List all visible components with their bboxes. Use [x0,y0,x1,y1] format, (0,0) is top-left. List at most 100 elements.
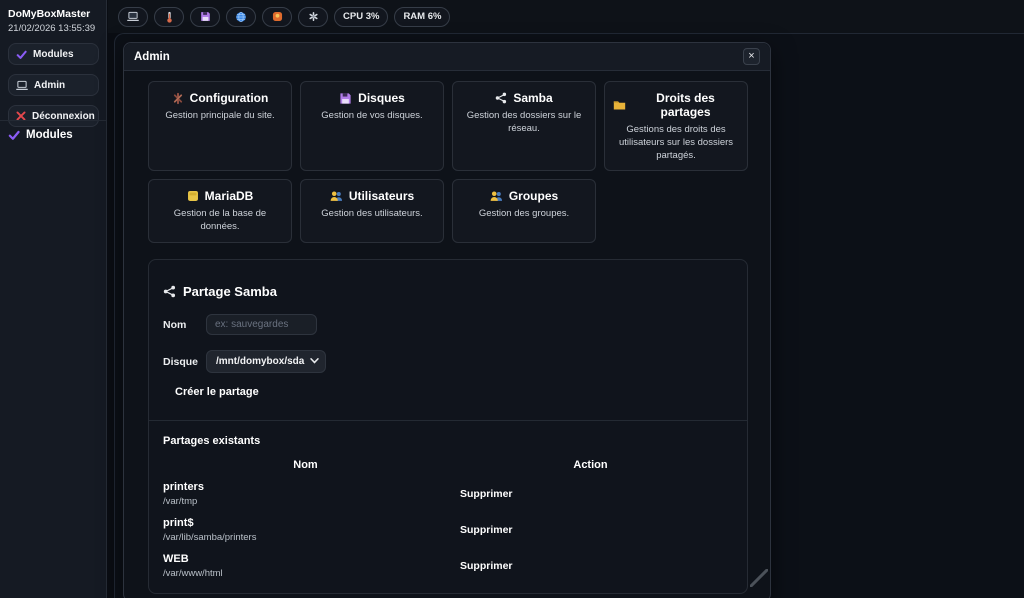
taskbar-computer-button[interactable] [118,7,148,27]
share-name-cell: printers /var/tmp [163,481,448,507]
desktop-root: DoMyBoxMaster 21/02/2026 13:55:39 Module… [0,0,1024,598]
create-share-button[interactable]: Créer le partage [175,386,259,398]
panel-divider [149,420,747,421]
module-card-desc: Gestion de la base de données. [157,208,283,234]
column-header-nom: Nom [163,459,448,471]
name-label: Nom [163,319,206,331]
disk-label: Disque [163,356,206,368]
computer-icon [127,11,139,22]
share-name-input[interactable] [206,314,317,335]
sidebar-section-modules: Modules [8,129,73,141]
module-card-utilisateurs[interactable]: Utilisateurs Gestion des utilisateurs. [300,179,444,243]
window-titlebar[interactable]: Admin × [124,43,770,71]
module-card-droits-partages[interactable]: Droits des partages Gestions des droits … [604,81,748,171]
disk-select[interactable]: /mnt/domybox/sda1 [206,350,326,373]
taskbar-thermometer-button[interactable] [154,7,184,27]
module-card-title: Disques [358,91,405,105]
module-card-title: MariaDB [205,189,254,203]
share-action-cell: Supprimer [448,481,733,507]
module-card-desc: Gestion des utilisateurs. [309,208,435,221]
share-name-cell: print$ /var/lib/samba/printers [163,517,448,543]
datetime-label: 21/02/2026 13:55:39 [8,23,98,34]
samba-panel-title: Partage Samba [183,284,277,299]
module-card-desc: Gestions des droits des utilisateurs sur… [613,124,739,162]
folder-icon [613,99,626,111]
table-row: print$ /var/lib/samba/printers Supprimer [163,517,733,543]
cpu-usage-label: CPU 3% [343,11,379,22]
module-card-samba[interactable]: Samba Gestion des dossiers sur le réseau… [452,81,596,171]
samba-panel: Partage Samba Nom Disque /mnt/domybox/sd… [148,259,748,594]
module-card-desc: Gestion des groupes. [461,208,587,221]
share-name: WEB [163,553,448,565]
taskbar-tools-button[interactable] [298,7,328,27]
module-card-title: Configuration [190,91,269,105]
computer-icon [16,80,28,91]
share-action-cell: Supprimer [448,517,733,543]
shares-table: Nom Action printers /var/tmp Supprimer [163,459,733,579]
sidebar-item-admin[interactable]: Admin [8,74,99,96]
taskbar-network-button[interactable] [226,7,256,27]
table-row: WEB /var/www/html Supprimer [163,553,733,579]
module-card-desc: Gestion principale du site. [157,110,283,123]
column-header-action: Action [448,459,733,471]
check-icon [8,129,20,141]
sidebar-section-title: Modules [26,129,73,141]
app-title: DoMyBoxMaster [8,8,98,20]
cpu-usage-badge[interactable]: CPU 3% [334,7,388,27]
taskbar: CPU 3% RAM 6% [108,0,1024,33]
module-card-desc: Gestion des dossiers sur le réseau. [461,110,587,136]
tools-icon [308,11,319,22]
sidebar-item-logout[interactable]: Déconnexion [8,105,99,127]
window-resize-handle[interactable] [750,569,768,587]
share-name-cell: WEB /var/www/html [163,553,448,579]
sidebar-item-modules[interactable]: Modules [8,43,99,65]
floppy-disk-icon [339,92,352,105]
share-nodes-icon [163,285,176,298]
delete-share-button[interactable]: Supprimer [448,488,513,500]
sidebar-divider [0,120,106,121]
check-icon [16,49,27,60]
tools-icon [172,92,184,105]
share-nodes-icon [495,92,507,104]
share-path: /var/www/html [163,568,448,579]
module-card-grid: Configuration Gestion principale du site… [148,81,746,243]
module-card-title: Droits des partages [632,91,739,119]
admin-window: Admin × Configuration Gestion principale… [123,42,771,598]
samba-panel-header: Partage Samba [163,284,733,299]
module-card-title: Utilisateurs [349,189,414,203]
module-card-groupes[interactable]: Groupes Gestion des groupes. [452,179,596,243]
thermometer-icon [164,11,175,23]
sidebar-item-label: Admin [34,80,65,91]
floppy-disk-icon [200,11,211,22]
module-card-title: Groupes [509,189,558,203]
database-icon [187,190,199,202]
shares-table-header: Nom Action [163,459,733,471]
ram-usage-label: RAM 6% [403,11,441,22]
globe-icon [235,11,247,23]
existing-shares-title: Partages existants [163,435,733,447]
database-icon [272,11,283,22]
name-form-row: Nom [163,314,733,335]
module-card-desc: Gestion de vos disques. [309,110,435,123]
ram-usage-badge[interactable]: RAM 6% [394,7,450,27]
module-card-configuration[interactable]: Configuration Gestion principale du site… [148,81,292,171]
users-icon [330,190,343,202]
close-icon[interactable]: × [743,48,760,65]
module-card-mariadb[interactable]: MariaDB Gestion de la base de données. [148,179,292,243]
window-content: Configuration Gestion principale du site… [124,71,770,594]
sidebar-item-label: Modules [33,49,74,60]
users-icon [490,190,503,202]
taskbar-disks-button[interactable] [190,7,220,27]
delete-share-button[interactable]: Supprimer [448,560,513,572]
taskbar-database-button[interactable] [262,7,292,27]
module-card-disques[interactable]: Disques Gestion de vos disques. [300,81,444,171]
sidebar: DoMyBoxMaster 21/02/2026 13:55:39 Module… [0,0,107,598]
window-title: Admin [134,51,170,63]
share-name: print$ [163,517,448,529]
disk-form-row: Disque /mnt/domybox/sda1 [163,350,733,373]
share-name: printers [163,481,448,493]
share-path: /var/tmp [163,496,448,507]
table-row: printers /var/tmp Supprimer [163,481,733,507]
module-card-title: Samba [513,91,552,105]
delete-share-button[interactable]: Supprimer [448,524,513,536]
